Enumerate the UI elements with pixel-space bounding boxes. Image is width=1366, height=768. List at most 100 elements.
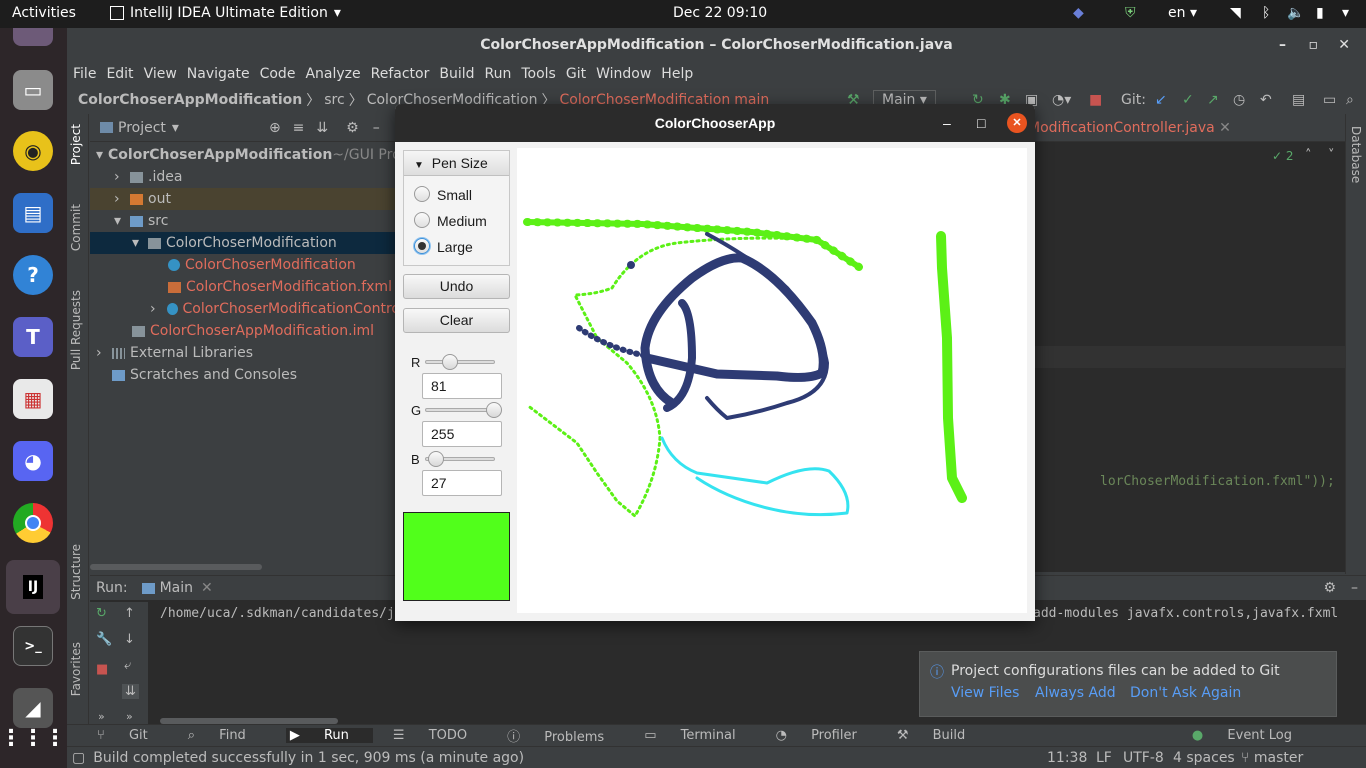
- maximize-icon[interactable]: □: [977, 104, 985, 142]
- tab-pull-requests[interactable]: Pull Requests: [69, 290, 83, 370]
- horizontal-scrollbar[interactable]: [90, 564, 262, 570]
- expand-all-icon[interactable]: ≡: [293, 120, 305, 136]
- down-arrow-icon[interactable]: ↓: [124, 632, 135, 647]
- file-encoding[interactable]: UTF-8: [1123, 750, 1164, 766]
- git-commit-icon[interactable]: ✓: [1182, 92, 1194, 108]
- event-log-tab[interactable]: ● Event Log: [1192, 728, 1312, 743]
- git-push-icon[interactable]: ↗: [1207, 92, 1219, 108]
- previous-highlight-icon[interactable]: ˄: [1305, 148, 1312, 163]
- chevron-down-icon[interactable]: ▾: [172, 120, 179, 136]
- hide-icon[interactable]: –: [373, 120, 380, 136]
- app-menu[interactable]: IntelliJ IDEA Ultimate Edition ▾: [110, 5, 341, 21]
- tab-commit[interactable]: Commit: [69, 204, 83, 251]
- close-tab-icon[interactable]: ✕: [201, 580, 213, 596]
- menu-analyze[interactable]: Analyze: [305, 66, 360, 82]
- tab-favorites[interactable]: Favorites: [69, 642, 83, 696]
- clock[interactable]: Dec 22 09:10: [673, 5, 767, 21]
- git-branch-widget[interactable]: ⑂ master: [1241, 750, 1303, 766]
- more-icon[interactable]: »: [98, 710, 105, 723]
- minimize-icon[interactable]: –: [943, 104, 951, 142]
- radio-medium-label[interactable]: Medium: [437, 213, 487, 229]
- menu-edit[interactable]: Edit: [106, 66, 133, 82]
- b-slider-thumb[interactable]: [428, 451, 444, 467]
- clear-button[interactable]: Clear: [403, 308, 510, 333]
- intellij-app-icon[interactable]: IJ: [6, 560, 60, 614]
- search-everywhere-icon[interactable]: ⌕: [1346, 92, 1354, 108]
- shield-tray-icon[interactable]: ⛨: [1125, 5, 1136, 21]
- tree-item-project-root[interactable]: ▾ ColorChoserAppModification ~/GUI Pro: [90, 144, 400, 166]
- bottom-tab-profiler[interactable]: ◔ Profiler: [776, 728, 877, 743]
- hide-icon[interactable]: –: [1351, 580, 1358, 596]
- dont-ask-again-link[interactable]: Don't Ask Again: [1130, 685, 1241, 701]
- menu-tools[interactable]: Tools: [521, 66, 556, 82]
- menu-help[interactable]: Help: [661, 66, 693, 82]
- radio-large-label[interactable]: Large: [437, 239, 473, 255]
- bluetooth-icon[interactable]: ᛒ: [1262, 5, 1270, 21]
- partial-app-icon[interactable]: [13, 28, 53, 46]
- gear-icon[interactable]: ⚙: [1323, 580, 1336, 596]
- tree-item-class[interactable]: ColorChoserModification: [90, 254, 400, 276]
- up-arrow-icon[interactable]: ↑: [124, 606, 135, 621]
- tree-item-src[interactable]: ▾ src: [90, 210, 400, 232]
- bottom-tab-git[interactable]: ⑂ Git: [97, 728, 168, 743]
- menu-file[interactable]: File: [73, 66, 96, 82]
- wrench-icon[interactable]: 🔧: [96, 632, 112, 647]
- writer-app-icon[interactable]: ▤: [13, 193, 53, 233]
- r-slider-thumb[interactable]: [442, 354, 458, 370]
- inspection-widget[interactable]: ✓ 2: [1272, 149, 1294, 163]
- tree-item-iml[interactable]: ColorChoserAppModification.iml: [90, 320, 400, 342]
- close-icon[interactable]: ✕: [1338, 28, 1350, 62]
- pen-size-header[interactable]: ▼ Pen Size: [404, 151, 509, 176]
- chrome-app-icon[interactable]: [13, 503, 53, 543]
- maximize-icon[interactable]: ▫: [1309, 28, 1319, 62]
- undo-button[interactable]: Undo: [403, 274, 510, 299]
- layout-icon[interactable]: ▭: [1323, 92, 1336, 108]
- menu-view[interactable]: View: [144, 66, 177, 82]
- teams-tray-icon[interactable]: ◆: [1073, 5, 1084, 21]
- more-icon[interactable]: »: [126, 710, 133, 723]
- tree-item-out[interactable]: › out: [90, 188, 400, 210]
- language-indicator[interactable]: en ▾: [1168, 5, 1197, 21]
- g-field[interactable]: 255: [422, 421, 502, 447]
- tree-item-external-libraries[interactable]: › External Libraries: [90, 342, 400, 364]
- volume-icon[interactable]: 🔈: [1287, 5, 1304, 21]
- stop-icon[interactable]: ■: [96, 662, 108, 677]
- radio-small-label[interactable]: Small: [437, 187, 472, 203]
- tree-item-controller[interactable]: › ColorChoserModificationContro: [90, 298, 400, 320]
- tab-database[interactable]: Database: [1349, 126, 1363, 183]
- history-icon[interactable]: ◷: [1233, 92, 1245, 108]
- next-highlight-icon[interactable]: ˅: [1328, 148, 1335, 163]
- bottom-tab-build[interactable]: ⚒ Build: [897, 728, 985, 743]
- bottom-tab-find[interactable]: ⌕ Find: [188, 728, 266, 743]
- breadcrumb-project[interactable]: ColorChoserAppModification: [78, 92, 302, 108]
- teams-app-icon[interactable]: T: [13, 317, 53, 357]
- line-separator[interactable]: LF: [1096, 750, 1112, 766]
- project-structure-icon[interactable]: ▤: [1292, 92, 1305, 108]
- menu-run[interactable]: Run: [485, 66, 512, 82]
- b-field[interactable]: 27: [422, 470, 502, 496]
- tab-project[interactable]: Project: [69, 124, 83, 165]
- tab-structure[interactable]: Structure: [69, 544, 83, 600]
- r-slider[interactable]: [425, 354, 495, 370]
- caret-position[interactable]: 11:38: [1047, 750, 1087, 766]
- rhythmbox-app-icon[interactable]: ◉: [13, 131, 53, 171]
- minimize-icon[interactable]: –: [1279, 28, 1286, 62]
- wifi-icon[interactable]: ◥: [1230, 5, 1241, 21]
- collapse-all-icon[interactable]: ⇊: [316, 120, 328, 136]
- tree-item-idea[interactable]: › .idea: [90, 166, 400, 188]
- bottom-tab-run[interactable]: ▶ Run: [285, 728, 373, 743]
- close-icon[interactable]: ✕: [1007, 113, 1027, 133]
- radio-small[interactable]: [414, 186, 430, 202]
- run-tab-main[interactable]: Main ✕: [141, 580, 213, 596]
- status-message[interactable]: Build completed successfully in 1 sec, 9…: [93, 750, 524, 766]
- help-app-icon[interactable]: ?: [13, 255, 53, 295]
- profile-icon[interactable]: ◔▾: [1052, 92, 1071, 108]
- b-slider[interactable]: [425, 451, 495, 467]
- always-add-link[interactable]: Always Add: [1035, 685, 1116, 701]
- radio-large[interactable]: [414, 238, 430, 254]
- scroll-to-end-icon[interactable]: ⇊: [122, 684, 139, 699]
- breadcrumb-src[interactable]: src: [324, 92, 344, 108]
- battery-icon[interactable]: ▮: [1316, 5, 1324, 21]
- discord-app-icon[interactable]: ◕: [13, 441, 53, 481]
- terminal-app-icon[interactable]: >_: [13, 626, 53, 666]
